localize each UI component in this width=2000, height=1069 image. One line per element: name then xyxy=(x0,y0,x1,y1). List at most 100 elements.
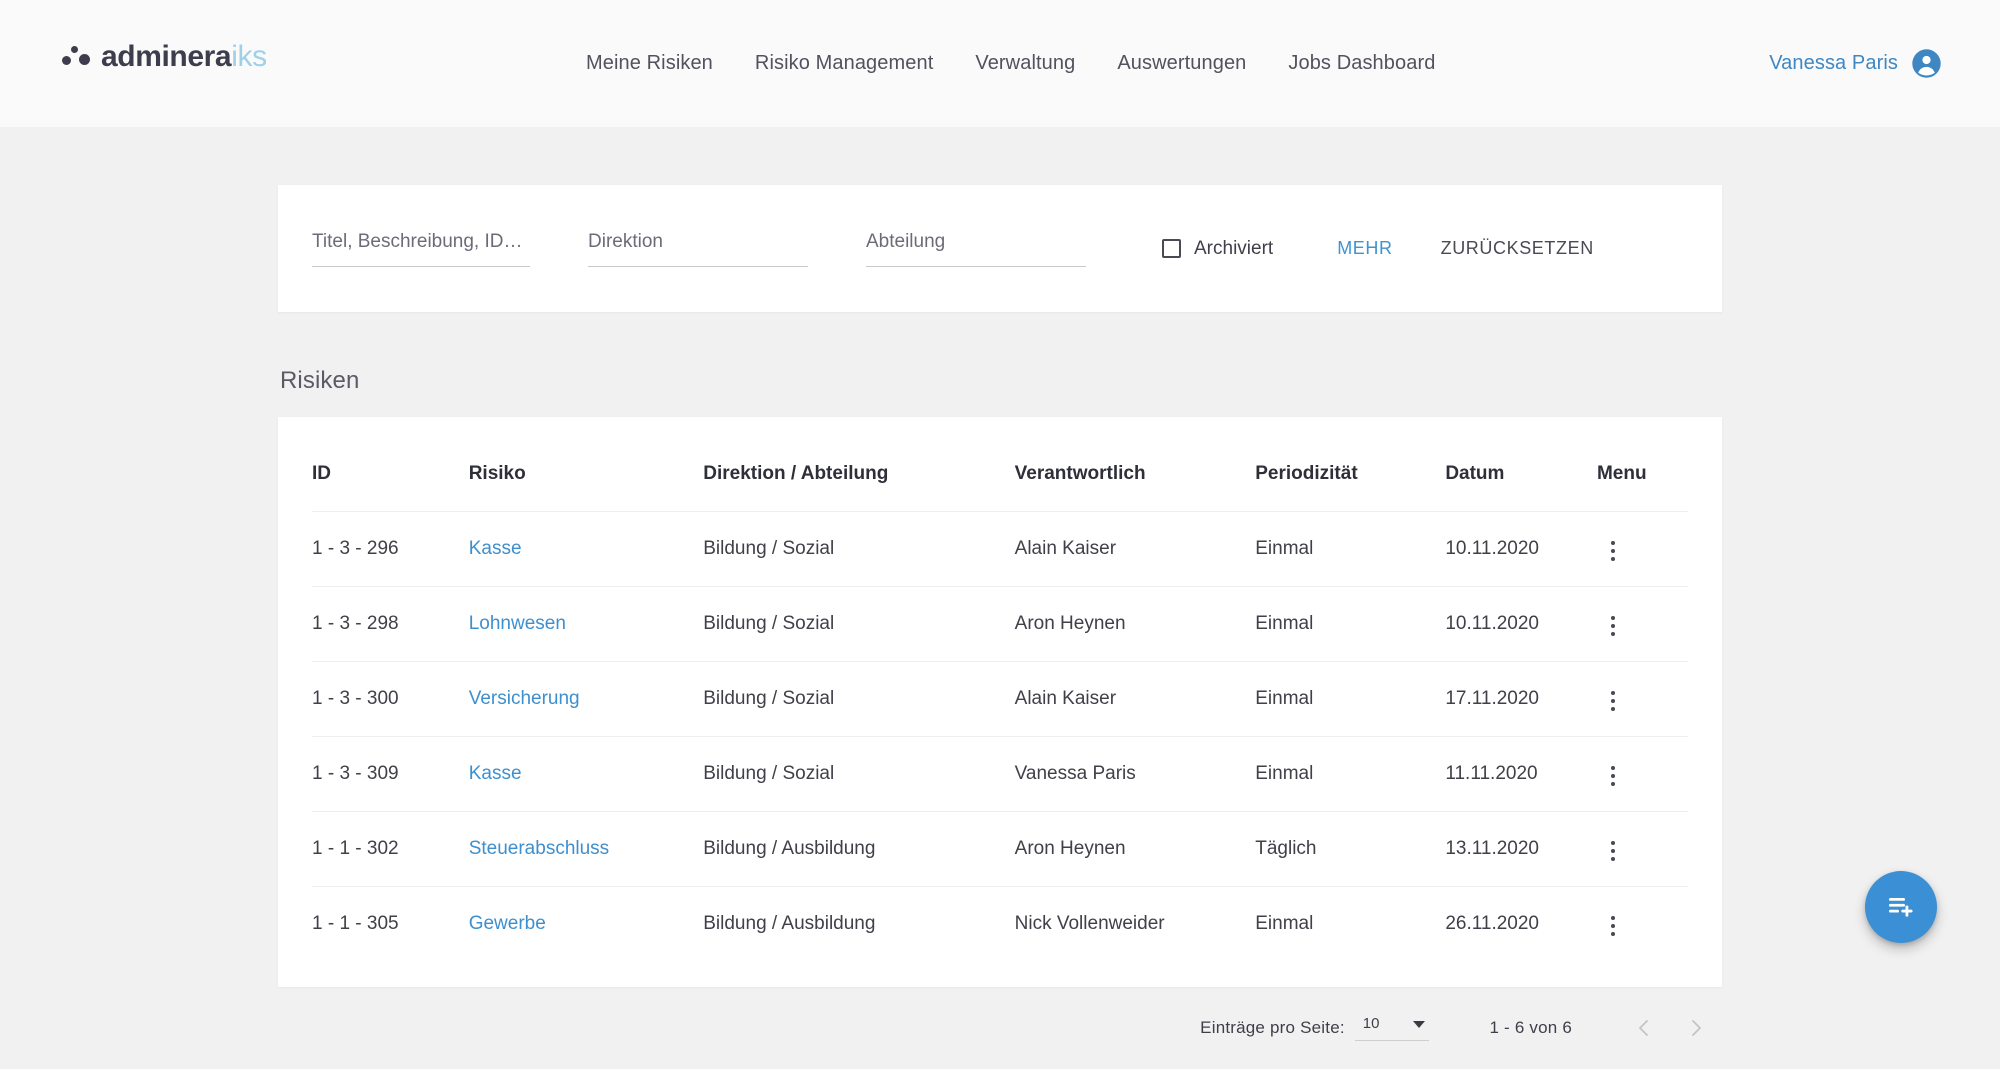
brand-logo[interactable]: admineraiks xyxy=(62,40,267,74)
kebab-menu-icon[interactable] xyxy=(1597,908,1629,944)
column-header-verantwortlich[interactable]: Verantwortlich xyxy=(1015,417,1256,512)
cell-id: 1 - 3 - 300 xyxy=(312,661,469,737)
kebab-menu-icon[interactable] xyxy=(1597,683,1629,719)
cell-verantwortlich: Nick Vollenweider xyxy=(1014,886,1256,961)
table-header-row: ID Risiko Direktion / Abteilung Verantwo… xyxy=(312,417,1688,512)
risk-link[interactable]: Lohnwesen xyxy=(469,613,566,634)
kebab-menu-icon[interactable] xyxy=(1597,833,1629,869)
direktion-field-wrapper: Direktion xyxy=(588,231,808,267)
column-header-periodizitaet[interactable]: Periodizität xyxy=(1255,417,1445,512)
playlist-add-icon xyxy=(1885,890,1917,925)
kebab-menu-icon[interactable] xyxy=(1597,758,1629,794)
cell-direktion: Bildung / Ausbildung xyxy=(703,886,1015,961)
cell-periodizitaet: Einmal xyxy=(1255,586,1446,662)
checkbox-box-icon[interactable] xyxy=(1162,239,1181,258)
previous-page-button[interactable] xyxy=(1618,1006,1670,1050)
cell-menu xyxy=(1596,511,1688,587)
cell-risiko: Lohnwesen xyxy=(468,586,704,662)
table-row[interactable]: 1 - 3 - 300 Versicherung Bildung / Sozial A… xyxy=(312,661,1688,737)
items-per-page-select[interactable]: 10 xyxy=(1354,1015,1430,1041)
brand-name-primary: adminera xyxy=(101,40,232,73)
archiviert-checkbox[interactable]: Archiviert xyxy=(1162,238,1273,260)
table-row[interactable]: 1 - 3 - 298 Lohnwesen Bildung / Sozial Aron… xyxy=(312,586,1688,662)
search-input[interactable]: Titel, Beschreibung, ID… xyxy=(312,231,530,267)
page-title: Risiken xyxy=(280,367,360,394)
cell-risiko: Steuerabschluss xyxy=(468,811,704,887)
cell-datum: 17.11.2020 xyxy=(1445,661,1597,737)
cell-datum: 10.11.2020 xyxy=(1445,511,1597,587)
table-row[interactable]: 1 - 1 - 302 Steuerabschluss Bildung / Ausb… xyxy=(312,811,1688,887)
filter-bar: Titel, Beschreibung, ID… Direktion Abtei… xyxy=(278,185,1722,312)
table-body: 1 - 3 - 296 Kasse Bildung / Sozial Alain Ka… xyxy=(312,511,1688,961)
column-header-datum[interactable]: Datum xyxy=(1445,417,1597,512)
abteilung-input[interactable]: Abteilung xyxy=(866,231,1086,267)
risk-link[interactable]: Steuerabschluss xyxy=(469,838,609,859)
brand-name-secondary: iks xyxy=(231,40,267,73)
cell-direktion: Bildung / Sozial xyxy=(703,586,1015,662)
add-risk-fab[interactable] xyxy=(1865,871,1937,943)
page-range-label: 1 - 6 von 6 xyxy=(1489,1018,1572,1037)
direktion-input[interactable]: Direktion xyxy=(588,231,808,267)
archiviert-label: Archiviert xyxy=(1194,237,1274,259)
cell-verantwortlich: Alain Kaiser xyxy=(1014,511,1256,587)
table-head: ID Risiko Direktion / Abteilung Verantwo… xyxy=(312,417,1688,512)
zuruecksetzen-button[interactable]: ZURÜCKSETZEN xyxy=(1429,228,1606,269)
nav-item-auswertungen[interactable]: Auswertungen xyxy=(1096,52,1267,75)
cell-risiko: Versicherung xyxy=(468,661,704,737)
nav-item-risiko-management[interactable]: Risiko Management xyxy=(734,52,954,75)
cell-verantwortlich: Aron Heynen xyxy=(1014,811,1256,887)
next-page-button[interactable] xyxy=(1670,1006,1722,1050)
search-field-wrapper: Titel, Beschreibung, ID… xyxy=(312,231,530,267)
nav-item-meine-risiken[interactable]: Meine Risiken xyxy=(565,52,734,75)
column-header-risiko[interactable]: Risiko xyxy=(469,417,704,512)
kebab-menu-icon[interactable] xyxy=(1597,533,1629,569)
account-circle-icon xyxy=(1911,48,1942,79)
user-menu[interactable]: Vanessa Paris xyxy=(1769,0,1942,127)
cell-id: 1 - 3 - 298 xyxy=(312,586,469,662)
table-row[interactable]: 1 - 1 - 305 Gewerbe Bildung / Ausbildung Ni… xyxy=(312,886,1688,961)
column-header-menu: Menu xyxy=(1596,463,1647,484)
cell-menu xyxy=(1596,736,1688,812)
cell-verantwortlich: Alain Kaiser xyxy=(1014,661,1256,737)
risk-link[interactable]: Versicherung xyxy=(469,688,580,709)
column-header-id[interactable]: ID xyxy=(312,417,469,512)
risk-link[interactable]: Kasse xyxy=(469,763,522,784)
cell-direktion: Bildung / Sozial xyxy=(703,511,1015,587)
risks-table-card: ID Risiko Direktion / Abteilung Verantwo… xyxy=(278,417,1722,987)
page-content: Titel, Beschreibung, ID… Direktion Abtei… xyxy=(278,127,1722,987)
cell-menu xyxy=(1596,661,1688,737)
items-per-page-label: Einträge pro Seite: xyxy=(1200,1018,1345,1037)
cell-periodizitaet: Einmal xyxy=(1255,886,1446,961)
cell-id: 1 - 3 - 309 xyxy=(312,736,469,812)
cell-datum: 26.11.2020 xyxy=(1445,886,1597,961)
cell-menu xyxy=(1596,886,1688,961)
risk-link[interactable]: Kasse xyxy=(469,538,522,559)
cell-verantwortlich: Vanessa Paris xyxy=(1014,736,1256,812)
cell-risiko: Gewerbe xyxy=(468,886,704,961)
nav-item-jobs-dashboard[interactable]: Jobs Dashboard xyxy=(1267,52,1456,75)
cell-menu xyxy=(1596,811,1688,887)
column-header-direktion[interactable]: Direktion / Abteilung xyxy=(703,417,1014,512)
cell-id: 1 - 1 - 302 xyxy=(312,811,469,887)
chevron-down-icon xyxy=(1413,1021,1426,1028)
mehr-button[interactable]: MEHR xyxy=(1325,228,1404,269)
cell-id: 1 - 1 - 305 xyxy=(312,886,469,961)
cell-periodizitaet: Einmal xyxy=(1255,511,1446,587)
cell-direktion: Bildung / Ausbildung xyxy=(703,811,1015,887)
app-header: admineraiks Meine Risiken Risiko Managem… xyxy=(0,0,2000,127)
cell-periodizitaet: Einmal xyxy=(1255,736,1446,812)
chevron-right-icon xyxy=(1684,1016,1708,1040)
table-row[interactable]: 1 - 3 - 309 Kasse Bildung / Sozial Vanessa … xyxy=(312,736,1688,812)
cell-risiko: Kasse xyxy=(468,736,704,812)
cell-menu xyxy=(1596,586,1688,662)
items-per-page-value: 10 xyxy=(1362,1015,1380,1032)
paginator: Einträge pro Seite: 10 1 - 6 von 6 xyxy=(278,987,1722,1069)
nav-item-verwaltung[interactable]: Verwaltung xyxy=(954,52,1096,75)
table-row[interactable]: 1 - 3 - 296 Kasse Bildung / Sozial Alain Ka… xyxy=(312,511,1688,587)
cell-direktion: Bildung / Sozial xyxy=(703,661,1015,737)
main-navigation: Meine Risiken Risiko Management Verwaltu… xyxy=(565,0,1456,127)
risk-link[interactable]: Gewerbe xyxy=(469,913,546,934)
cell-periodizitaet: Einmal xyxy=(1255,661,1446,737)
cell-datum: 10.11.2020 xyxy=(1445,586,1597,662)
kebab-menu-icon[interactable] xyxy=(1597,608,1629,644)
